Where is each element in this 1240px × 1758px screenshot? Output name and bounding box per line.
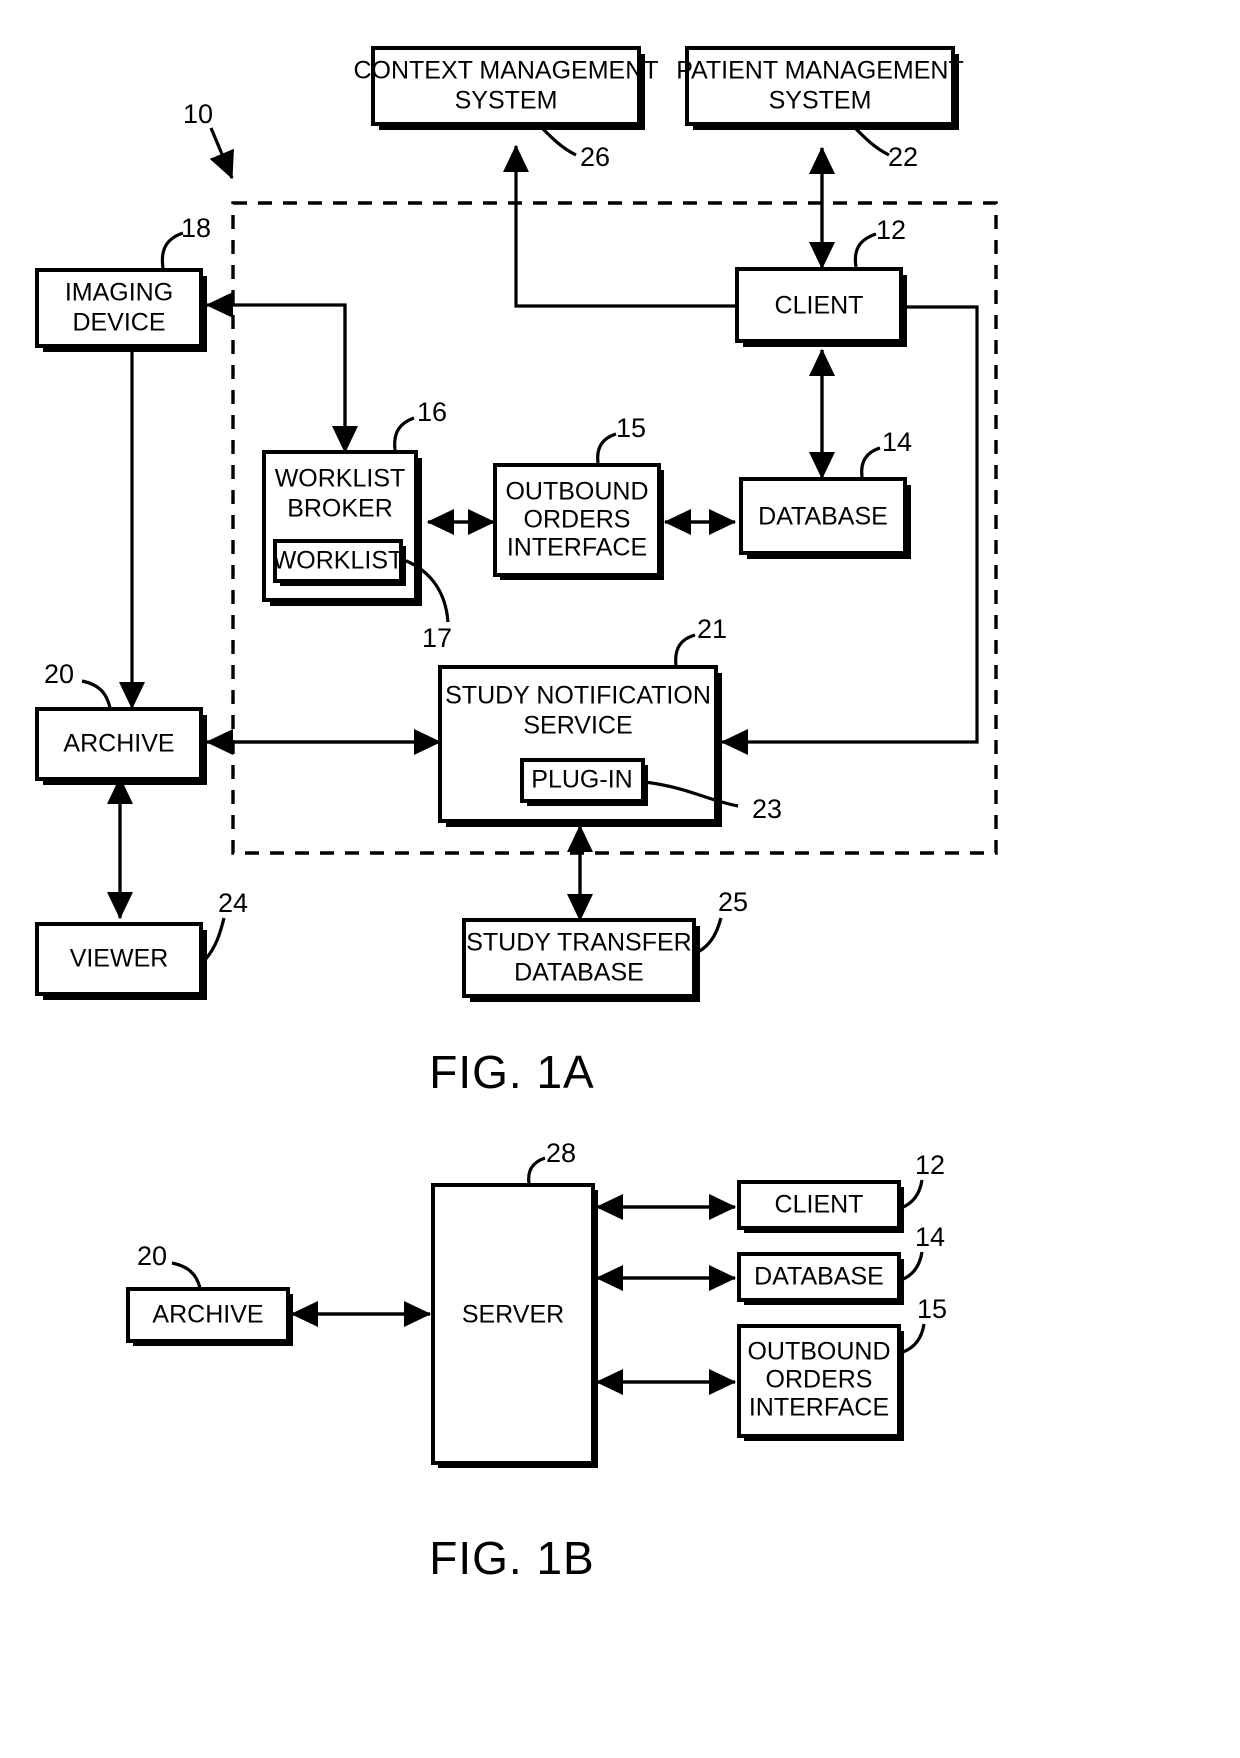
- ref-number-12: 12: [876, 215, 906, 245]
- ref-number-26: 26: [580, 142, 610, 172]
- block-label-line1: PATIENT MANAGEMENT: [676, 57, 964, 85]
- block-plug-in: PLUG-IN: [520, 758, 648, 806]
- ref-leader-16: 16: [393, 397, 447, 451]
- block-archive: ARCHIVE: [35, 707, 207, 785]
- ref-number-12b: 12: [915, 1150, 945, 1180]
- block-label: CLIENT: [775, 1191, 864, 1219]
- ref-number-17: 17: [422, 623, 452, 653]
- block-label-line2: SERVICE: [523, 712, 632, 740]
- block-label: ARCHIVE: [63, 730, 174, 758]
- block-label-line2: SYSTEM: [455, 87, 558, 115]
- ref-leader-15: 15: [596, 413, 646, 464]
- block-context-management-system: CONTEXT MANAGEMENT SYSTEM: [353, 46, 659, 130]
- fig1b-ref-leader-12: 12: [900, 1150, 945, 1210]
- fig1b-ref-leader-20: 20: [137, 1241, 202, 1289]
- ref-number-20b: 20: [137, 1241, 167, 1271]
- figure-canvas: CONTEXT MANAGEMENT SYSTEM PATIENT MANAGE…: [35, 46, 998, 1584]
- ref-number-28: 28: [546, 1138, 576, 1168]
- fig1b-ref-leader-15: 15: [902, 1294, 947, 1354]
- ref-number-22: 22: [888, 142, 918, 172]
- block-client: CLIENT: [735, 267, 907, 347]
- ref-leader-21: 21: [674, 614, 727, 667]
- block-label: VIEWER: [70, 945, 169, 973]
- block-label-line1: OUTBOUND: [747, 1338, 890, 1366]
- fig1b-block-client: CLIENT: [737, 1180, 904, 1233]
- ref-leader-10: 10: [183, 99, 234, 180]
- block-label-line2: BROKER: [287, 495, 393, 523]
- block-label-line3: INTERFACE: [507, 534, 647, 562]
- ref-number-20: 20: [44, 659, 74, 689]
- block-label-line2: ORDERS: [766, 1366, 873, 1394]
- block-label-line2: SYSTEM: [769, 87, 872, 115]
- ref-number-18: 18: [181, 213, 211, 243]
- ref-number-15: 15: [616, 413, 646, 443]
- block-label: DATABASE: [754, 1263, 884, 1291]
- patent-figure-page: CONTEXT MANAGEMENT SYSTEM PATIENT MANAGE…: [0, 0, 1240, 1758]
- ref-leader-18: 18: [160, 213, 211, 269]
- block-label-line2: ORDERS: [524, 506, 631, 534]
- block-label: PLUG-IN: [531, 766, 632, 794]
- block-worklist: WORKLIST: [273, 539, 406, 586]
- ref-number-25: 25: [718, 887, 748, 917]
- fig1b-block-outbound-orders-interface: OUTBOUND ORDERS INTERFACE: [737, 1324, 904, 1441]
- block-label: SERVER: [462, 1301, 564, 1329]
- block-patient-management-system: PATIENT MANAGEMENT SYSTEM: [676, 46, 964, 130]
- block-label-line1: OUTBOUND: [505, 478, 648, 506]
- ref-number-23: 23: [752, 794, 782, 824]
- fig1b-block-archive: ARCHIVE: [126, 1287, 293, 1346]
- ref-number-10: 10: [183, 99, 213, 129]
- block-label-line1: CONTEXT MANAGEMENT: [353, 57, 658, 85]
- ref-leader-26: 26: [538, 124, 610, 172]
- block-worklist-broker: WORKLIST BROKER WORKLIST: [262, 450, 422, 606]
- ref-number-24: 24: [218, 888, 248, 918]
- ref-number-14: 14: [882, 427, 912, 457]
- block-imaging-device: IMAGING DEVICE: [35, 268, 207, 352]
- block-outbound-orders-interface: OUTBOUND ORDERS INTERFACE: [493, 463, 664, 580]
- block-label-line1: STUDY NOTIFICATION: [445, 682, 711, 710]
- fig1b-ref-leader-28: 28: [527, 1138, 576, 1185]
- ref-number-21: 21: [697, 614, 727, 644]
- block-label-line3: INTERFACE: [749, 1394, 889, 1422]
- ref-leader-25: 25: [697, 887, 748, 954]
- block-label-line1: STUDY TRANSFER: [466, 929, 692, 957]
- block-study-transfer-database: STUDY TRANSFER DATABASE: [462, 918, 700, 1002]
- fig1b-block-server: SERVER: [431, 1183, 598, 1468]
- ref-leader-24: 24: [203, 888, 248, 962]
- ref-number-16: 16: [417, 397, 447, 427]
- ref-leader-14: 14: [860, 427, 912, 478]
- connection-client-to-context-management: [502, 144, 737, 308]
- connection-to-imaging-device: [205, 291, 347, 455]
- block-label: DATABASE: [758, 503, 888, 531]
- ref-number-15b: 15: [917, 1294, 947, 1324]
- block-label: WORKLIST: [273, 547, 404, 575]
- figure-caption-1b: FIG. 1B: [429, 1532, 594, 1584]
- ref-leader-12: 12: [853, 215, 906, 268]
- ref-leader-20: 20: [44, 659, 112, 709]
- ref-leader-22: 22: [851, 124, 918, 172]
- block-database: DATABASE: [739, 477, 911, 559]
- ref-number-14b: 14: [915, 1222, 945, 1252]
- block-label-line1: IMAGING: [65, 279, 173, 307]
- fig1b-ref-leader-14: 14: [900, 1222, 945, 1282]
- block-label-line2: DEVICE: [72, 309, 165, 337]
- figure-caption-1a: FIG. 1A: [429, 1046, 594, 1098]
- fig1b-block-database: DATABASE: [737, 1252, 904, 1305]
- block-label-line2: DATABASE: [514, 959, 644, 987]
- block-label: CLIENT: [775, 292, 864, 320]
- block-study-notification-service: STUDY NOTIFICATION SERVICE PLUG-IN: [438, 665, 722, 827]
- block-viewer: VIEWER: [35, 922, 207, 1000]
- block-label: ARCHIVE: [152, 1301, 263, 1329]
- block-label-line1: WORKLIST: [275, 465, 406, 493]
